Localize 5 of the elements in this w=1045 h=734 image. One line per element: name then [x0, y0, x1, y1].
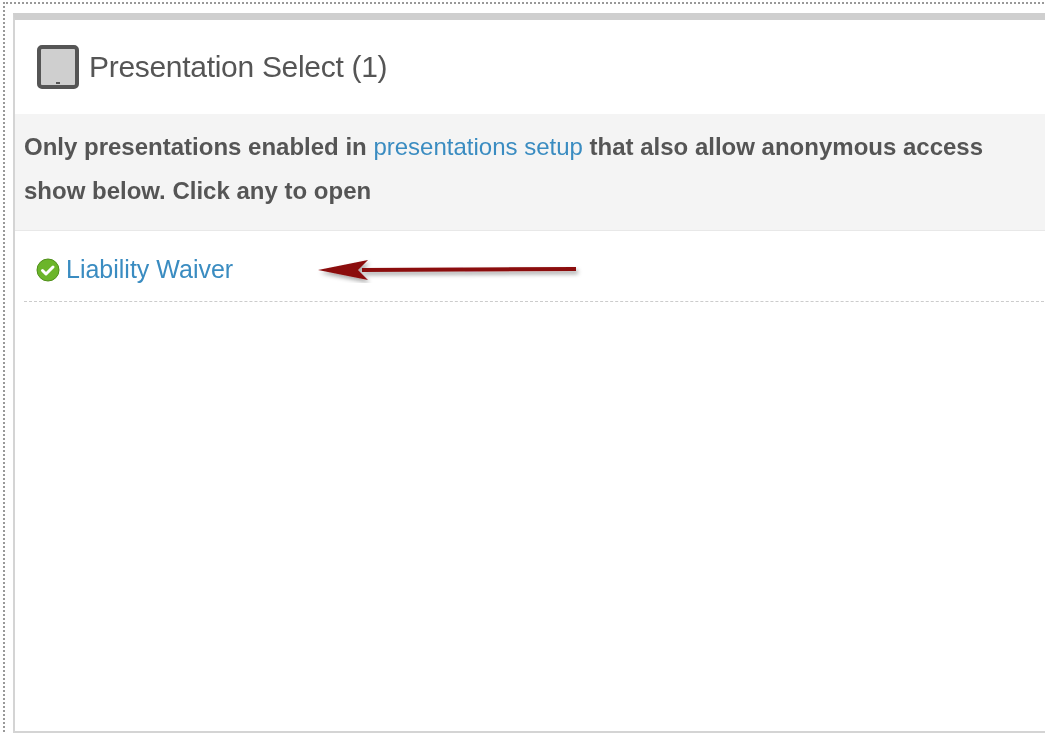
notice-text: Only presentations enabled in presentations setup that also allow anonymous access show below. Click any to open — [15, 114, 1045, 231]
presentation-link[interactable]: Liability Waiver — [66, 255, 234, 284]
tablet-icon — [37, 45, 79, 89]
presentations-setup-link[interactable]: presentations setup — [373, 133, 583, 160]
panel-title: Presentation Select (1) — [89, 50, 388, 84]
